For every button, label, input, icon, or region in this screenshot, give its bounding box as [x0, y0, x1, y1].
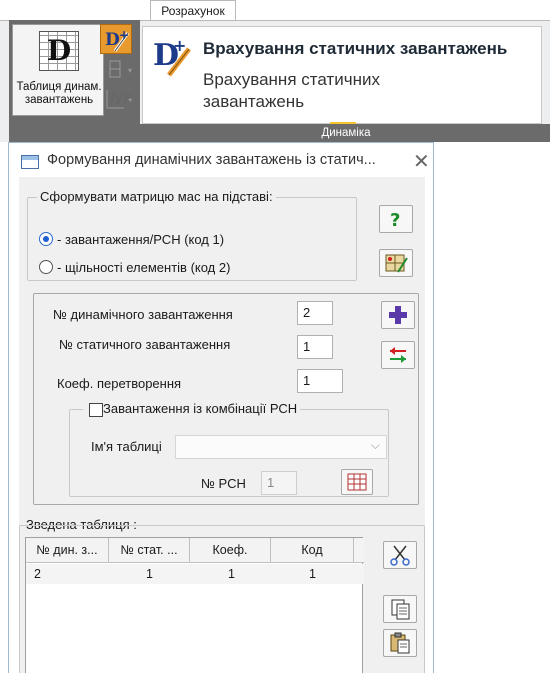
- fyk-button[interactable]: ▾ fyk: [104, 88, 140, 112]
- col-dynamic-load[interactable]: № дин. з...: [26, 538, 109, 563]
- copy-button[interactable]: [383, 595, 417, 623]
- svg-text:+: +: [119, 28, 129, 42]
- tooltip-title: Врахування статичних завантажень: [203, 39, 508, 58]
- radio-load-rsn[interactable]: [39, 232, 53, 246]
- table-name-select[interactable]: ⌵: [175, 435, 387, 459]
- static-loads-button[interactable]: D +: [100, 24, 132, 54]
- static-load-input[interactable]: 1: [297, 335, 333, 359]
- static-loads-large-icon: D +: [153, 36, 191, 77]
- mass-settings-button[interactable]: [379, 249, 413, 277]
- col-static-load[interactable]: № стат. ...: [109, 538, 190, 563]
- svg-text:?: ?: [390, 210, 400, 231]
- cell-coef: 1: [228, 567, 235, 581]
- paste-button[interactable]: [383, 629, 417, 657]
- help-icon: ?: [390, 210, 400, 231]
- transfer-button[interactable]: [381, 341, 415, 369]
- static-loads-icon: D +: [105, 28, 130, 52]
- table-row[interactable]: 2 1 1 1: [26, 564, 364, 584]
- cell-dynamic-load: 2: [34, 567, 41, 581]
- cell-code: 1: [309, 567, 316, 581]
- col-code[interactable]: Код: [271, 538, 354, 563]
- summary-grid-header: № дин. з... № стат. ... Коеф. Код: [26, 538, 364, 563]
- dialog-titlebar[interactable]: Формування динамічних завантажень із ста…: [19, 149, 439, 173]
- dynamic-loads-table-button[interactable]: D Таблиця динам. завантажень: [12, 24, 104, 116]
- close-icon[interactable]: ✕: [413, 149, 430, 173]
- ribbon-group-label: Динаміка: [142, 124, 550, 142]
- coefficient-icon: ▾: [109, 60, 132, 78]
- rsn-number-label: № РСН: [201, 476, 246, 491]
- cut-icon: [390, 545, 410, 566]
- table-name-label: Ім'я таблиці: [91, 439, 162, 454]
- mass-settings-icon: [385, 254, 408, 273]
- svg-text:▾: ▾: [128, 66, 132, 75]
- static-load-label: № статичного завантаження: [59, 337, 231, 352]
- ribbon-tab-analysis[interactable]: Розрахунок: [150, 0, 236, 20]
- table-d-icon: D: [39, 31, 79, 71]
- summary-grid[interactable]: № дин. з... № стат. ... Коеф. Код 2 1 1 …: [25, 537, 364, 673]
- rsn-select-button[interactable]: [341, 469, 373, 495]
- dynamic-load-input[interactable]: 2: [297, 301, 333, 325]
- tooltip-description: Врахування статичних завантажень: [203, 70, 380, 111]
- paste-icon: [390, 632, 410, 654]
- dialog-body: Сформувати матрицю мас на підставі: - за…: [19, 177, 425, 673]
- rsn-number-input[interactable]: 1: [261, 471, 297, 495]
- coefficient-button[interactable]: ▾: [104, 58, 140, 82]
- add-icon: [389, 306, 407, 324]
- ribbon-group-footer: [9, 124, 142, 142]
- radio-load-rsn-label[interactable]: - завантаження/РСН (код 1): [57, 232, 224, 247]
- copy-icon: [391, 599, 410, 620]
- fyk-label: fyk: [110, 90, 132, 106]
- help-button[interactable]: ?: [379, 205, 413, 233]
- tooltip-static-loads: D + Врахування статичних завантажень Вра…: [142, 26, 542, 124]
- dynamic-loads-table-label: Таблиця динам. завантажень: [16, 81, 102, 106]
- delete-button[interactable]: [383, 541, 417, 569]
- radio-element-density-label[interactable]: - щільності елементів (код 2): [57, 260, 230, 275]
- dynamic-load-label: № динамічного завантаження: [53, 307, 233, 322]
- dialog-title: Формування динамічних завантажень із ста…: [47, 152, 376, 168]
- ribbon-highlight: [330, 122, 356, 124]
- window-icon: [21, 155, 39, 169]
- rsn-combination-caption[interactable]: Завантаження із комбінації РСН: [83, 401, 301, 416]
- add-button[interactable]: [381, 301, 415, 329]
- chevron-down-icon: ⌵: [370, 438, 380, 452]
- rsn-table-icon: [347, 473, 367, 491]
- transfer-icon: [390, 347, 406, 363]
- col-coef[interactable]: Коеф.: [190, 538, 271, 563]
- rsn-combination-checkbox[interactable]: [89, 403, 103, 417]
- coef-label: Коеф. перетворення: [57, 376, 182, 391]
- coef-input[interactable]: 1: [297, 369, 343, 393]
- cell-static-load: 1: [146, 567, 153, 581]
- radio-element-density[interactable]: [39, 260, 53, 274]
- static-to-dynamic-dialog: Формування динамічних завантажень із ста…: [8, 142, 434, 673]
- mass-matrix-caption: Сформувати матрицю мас на підставі:: [37, 189, 276, 204]
